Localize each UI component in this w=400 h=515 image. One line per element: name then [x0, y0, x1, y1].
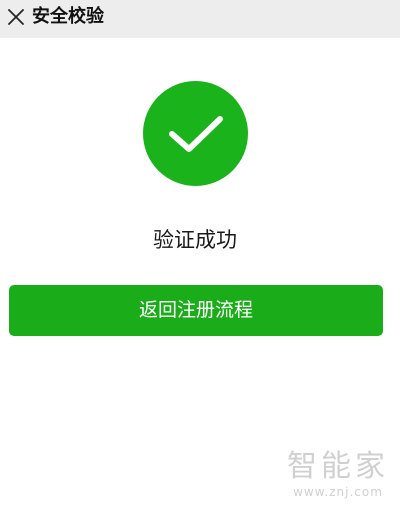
page-title: 安全校验	[32, 6, 104, 27]
success-icon-circle	[143, 81, 248, 186]
close-button[interactable]	[4, 5, 28, 29]
return-to-registration-button[interactable]: 返回注册流程	[9, 285, 383, 336]
checkmark-icon	[168, 115, 223, 152]
verification-status-text: 验证成功	[153, 228, 237, 252]
watermark-logo: 智能家	[287, 449, 389, 484]
top-bar: 安全校验	[0, 0, 400, 38]
watermark-url: www.znj.com	[293, 485, 383, 499]
watermark: 智能家 www.znj.com	[283, 450, 393, 500]
close-icon	[8, 9, 24, 25]
